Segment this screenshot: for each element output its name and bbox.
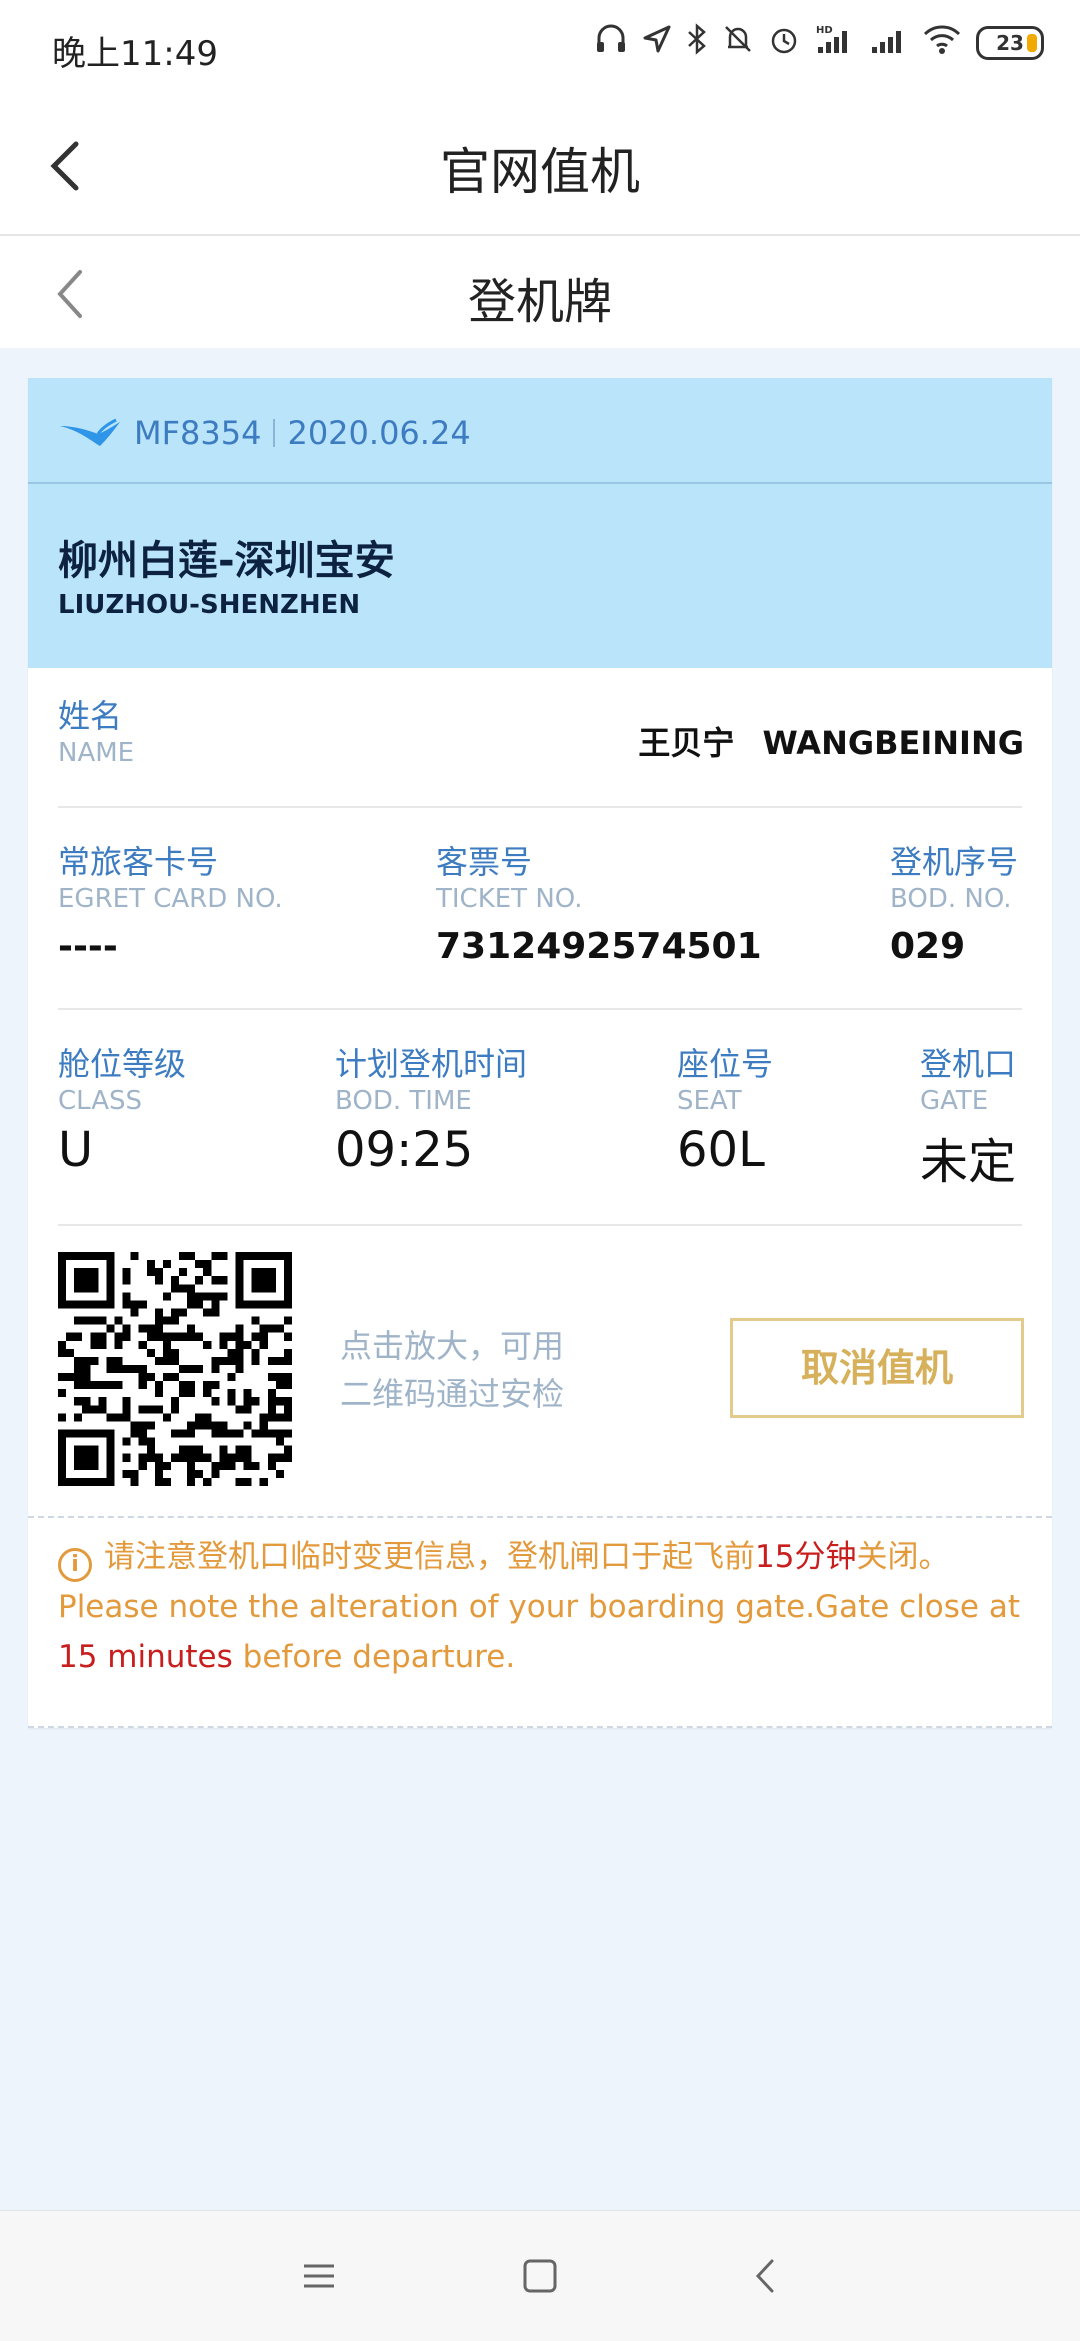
- notice-cn-text-end: 关闭。: [856, 1539, 950, 1575]
- flight-number: MF8354: [134, 414, 262, 452]
- gate-field: 登机口 GATE 未定: [920, 1044, 1016, 1192]
- info-icon: i: [58, 1548, 92, 1582]
- field-label-cn: 登机序号: [890, 843, 1019, 881]
- location-icon: [642, 24, 672, 62]
- qr-hint-line2: 二维码通过安检: [340, 1375, 565, 1413]
- battery-level: 23: [996, 31, 1024, 55]
- divider: [28, 1726, 1052, 1728]
- status-bar: 晚上11:49 HD 23: [0, 0, 1080, 96]
- boarding-no-value: 029: [890, 926, 966, 967]
- name-label: 姓名 NAME: [58, 696, 134, 770]
- flight-info-row: MF8354 2020.06.24: [58, 408, 471, 458]
- boarding-no-field: 登机序号 BOD. NO. 029: [890, 842, 1018, 967]
- ticket-no-value: 7312492574501: [436, 926, 762, 967]
- egret-card-field: 常旅客卡号 EGRET CARD NO. ----: [58, 842, 283, 967]
- flight-date: 2020.06.24: [287, 414, 471, 452]
- notice-en-highlight: 15 minutes: [58, 1639, 233, 1675]
- field-label-cn: 登机口: [920, 1045, 1017, 1083]
- svg-text:HD: HD: [816, 25, 833, 36]
- divider: [28, 1516, 1052, 1518]
- mute-bell-icon: [722, 23, 754, 63]
- field-label-en: CLASS: [58, 1086, 143, 1116]
- notice-cn-text: 请注意登机口临时变更信息，登机闸口于起飞前: [104, 1539, 755, 1575]
- name-label-en: NAME: [58, 738, 135, 768]
- field-label-en: SEAT: [677, 1086, 742, 1116]
- headphones-icon: [594, 22, 628, 64]
- menu-icon: [304, 2264, 334, 2288]
- boarding-time-value: 09:25: [335, 1122, 474, 1178]
- section-title: 登机牌: [467, 274, 612, 330]
- divider: [58, 1224, 1022, 1226]
- qr-code-image: [58, 1252, 292, 1486]
- field-label-en: BOD. TIME: [335, 1086, 472, 1116]
- notice-cn-highlight: 15分钟: [755, 1539, 857, 1575]
- field-label-en: GATE: [920, 1086, 989, 1116]
- qr-hint-line1: 点击放大，可用: [340, 1327, 565, 1365]
- divider: [28, 482, 1052, 484]
- home-square-icon: [523, 2259, 557, 2293]
- route-chinese: 柳州白莲-深圳宝安: [58, 538, 395, 584]
- app-bar: 官网值机: [0, 96, 1080, 236]
- class-value: U: [58, 1122, 94, 1178]
- menu-button[interactable]: [294, 2251, 344, 2301]
- divider: [58, 806, 1022, 808]
- system-nav-bar: [0, 2210, 1080, 2341]
- route-english: LIUZHOU-SHENZHEN: [58, 590, 361, 620]
- nav-back-button[interactable]: [742, 2251, 792, 2301]
- passenger-name: 王贝宁 WANGBEINING: [638, 718, 1024, 764]
- field-label-en: BOD. NO.: [890, 884, 1012, 914]
- flight-header: MF8354 2020.06.24 柳州白莲-深圳宝安 LIUZHOU-SHEN…: [28, 378, 1052, 668]
- page-title: 官网值机: [440, 143, 640, 201]
- gate-notice: i 请注意登机口临时变更信息，登机闸口于起飞前15分钟关闭。 Please note…: [58, 1532, 1028, 1682]
- field-label-cn: 客票号: [436, 843, 533, 881]
- gate-value: 未定: [920, 1134, 1017, 1190]
- seat-value: 60L: [677, 1122, 765, 1178]
- ticket-no-field: 客票号 TICKET NO. 7312492574501: [436, 842, 762, 967]
- cancel-checkin-button[interactable]: 取消值机: [730, 1318, 1024, 1418]
- field-label-cn: 座位号: [677, 1045, 774, 1083]
- signal-icon: [868, 23, 908, 63]
- back-triangle-icon: [755, 2259, 774, 2293]
- alarm-icon: [768, 23, 800, 63]
- signal-hd-icon: HD: [814, 23, 854, 63]
- battery-icon: 23: [976, 26, 1044, 60]
- sub-header: 登机牌: [0, 236, 1080, 348]
- field-label-cn: 常旅客卡号: [58, 843, 219, 881]
- airline-logo-icon: [60, 418, 120, 446]
- notice-en-text: Please note the alteration of your board…: [58, 1589, 1020, 1625]
- field-label-cn: 舱位等级: [58, 1045, 187, 1083]
- bluetooth-icon: [686, 23, 708, 63]
- field-label-cn: 计划登机时间: [335, 1045, 528, 1083]
- status-time: 晚上11:49: [52, 34, 218, 74]
- egret-card-value: ----: [58, 926, 118, 967]
- name-label-cn: 姓名: [58, 697, 123, 735]
- divider: [273, 419, 276, 447]
- seat-field: 座位号 SEAT 60L: [677, 1044, 773, 1178]
- passenger-name-en: WANGBEINING: [762, 724, 1024, 762]
- status-icons: HD 23: [594, 22, 1044, 64]
- passenger-name-cn: 王贝宁: [638, 724, 735, 762]
- home-button[interactable]: [515, 2251, 565, 2301]
- boarding-time-field: 计划登机时间 BOD. TIME 09:25: [335, 1044, 527, 1178]
- field-label-en: EGRET CARD NO.: [58, 884, 283, 914]
- boarding-pass-card: MF8354 2020.06.24 柳州白莲-深圳宝安 LIUZHOU-SHEN…: [28, 378, 1052, 1728]
- wifi-icon: [922, 23, 962, 63]
- notice-en-text-end: before departure.: [232, 1639, 516, 1675]
- qr-code[interactable]: [58, 1252, 292, 1486]
- qr-hint: 点击放大，可用 二维码通过安检: [340, 1322, 564, 1418]
- field-label-en: TICKET NO.: [436, 884, 583, 914]
- class-field: 舱位等级 CLASS U: [58, 1044, 186, 1178]
- divider: [58, 1008, 1022, 1010]
